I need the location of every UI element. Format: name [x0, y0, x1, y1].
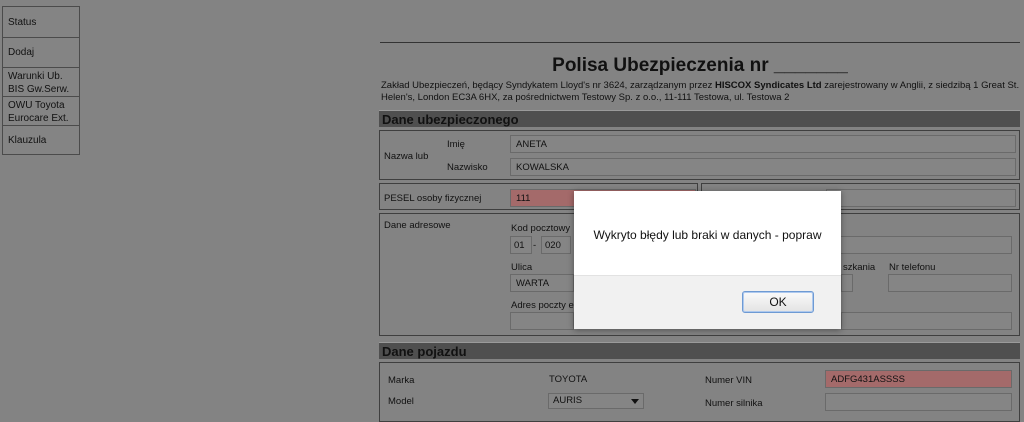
intro-prefix: Zakład Ubezpieczeń, będący Syndykatem Ll… — [381, 80, 715, 91]
pesel-label: PESEL osoby fizycznej — [384, 193, 482, 204]
email-field-right[interactable] — [841, 312, 1012, 330]
section-vehicle-title: Dane pojazdu — [379, 342, 1020, 359]
first-name-label: Imię — [447, 139, 465, 150]
postal-code-part1[interactable]: 01 — [510, 236, 532, 254]
insurer-intro: Zakład Ubezpieczeń, będący Syndykatem Ll… — [381, 80, 1021, 104]
engine-field[interactable] — [825, 393, 1012, 411]
postal-code-part2[interactable]: 020 — [541, 236, 571, 254]
secondary-id-field[interactable] — [826, 189, 1016, 207]
sidebar-item-dodaj[interactable]: Dodaj — [2, 37, 80, 67]
alert-message: Wykryto błędy lub braki w danych - popra… — [593, 228, 822, 242]
city-field[interactable] — [826, 236, 1012, 254]
email-label: Adres poczty e — [511, 300, 574, 311]
intro-company: HISCOX Syndicates Ltd — [714, 80, 822, 91]
ok-button[interactable]: OK — [742, 291, 814, 313]
last-name-field[interactable]: KOWALSKA — [510, 158, 1016, 176]
phone-field[interactable] — [888, 274, 1012, 292]
name-group-label: Nazwa lub — [384, 151, 429, 162]
model-label: Model — [388, 396, 414, 407]
chevron-down-icon — [631, 399, 639, 404]
model-select[interactable]: AURIS — [548, 393, 644, 409]
alert-dialog: Wykryto błędy lub braki w danych - popra… — [574, 191, 841, 329]
sidebar: Status Dodaj Warunki Ub. BIS Gw.Serw. OW… — [2, 6, 80, 155]
street-field[interactable]: WARTA — [510, 274, 574, 292]
street-label: Ulica — [511, 262, 533, 273]
last-name-label: Nazwisko — [447, 162, 488, 173]
postal-code-separator: - — [533, 240, 537, 251]
make-value: TOYOTA — [549, 374, 588, 385]
engine-label: Numer silnika — [705, 398, 763, 409]
first-name-field[interactable]: ANETA — [510, 135, 1016, 153]
make-label: Marka — [388, 375, 415, 386]
header-divider — [380, 42, 1020, 43]
apartment-field[interactable] — [841, 274, 853, 292]
sidebar-item-warunki[interactable]: Warunki Ub. BIS Gw.Serw. — [2, 67, 80, 96]
apartment-label: szkania — [843, 262, 876, 273]
email-field[interactable] — [510, 312, 574, 330]
postal-code-label: Kod pocztowy — [511, 223, 571, 234]
sidebar-item-owu-toyota[interactable]: OWU Toyota Eurocare Ext. — [2, 96, 80, 125]
page-title: Polisa Ubezpieczenia nr _______ — [552, 55, 848, 76]
sidebar-item-klauzula[interactable]: Klauzula — [2, 125, 80, 155]
vin-field[interactable]: ADFG431ASSSS — [825, 370, 1012, 388]
alert-dialog-body: Wykryto błędy lub braki w danych - popra… — [574, 191, 841, 276]
section-insured-title: Dane ubezpieczonego — [379, 110, 1020, 127]
alert-dialog-footer: OK — [574, 275, 841, 329]
address-label: Dane adresowe — [384, 220, 451, 231]
model-select-value: AURIS — [553, 395, 583, 406]
sidebar-item-status[interactable]: Status — [2, 6, 80, 37]
phone-label: Nr telefonu — [889, 262, 936, 273]
vin-label: Numer VIN — [705, 375, 752, 386]
